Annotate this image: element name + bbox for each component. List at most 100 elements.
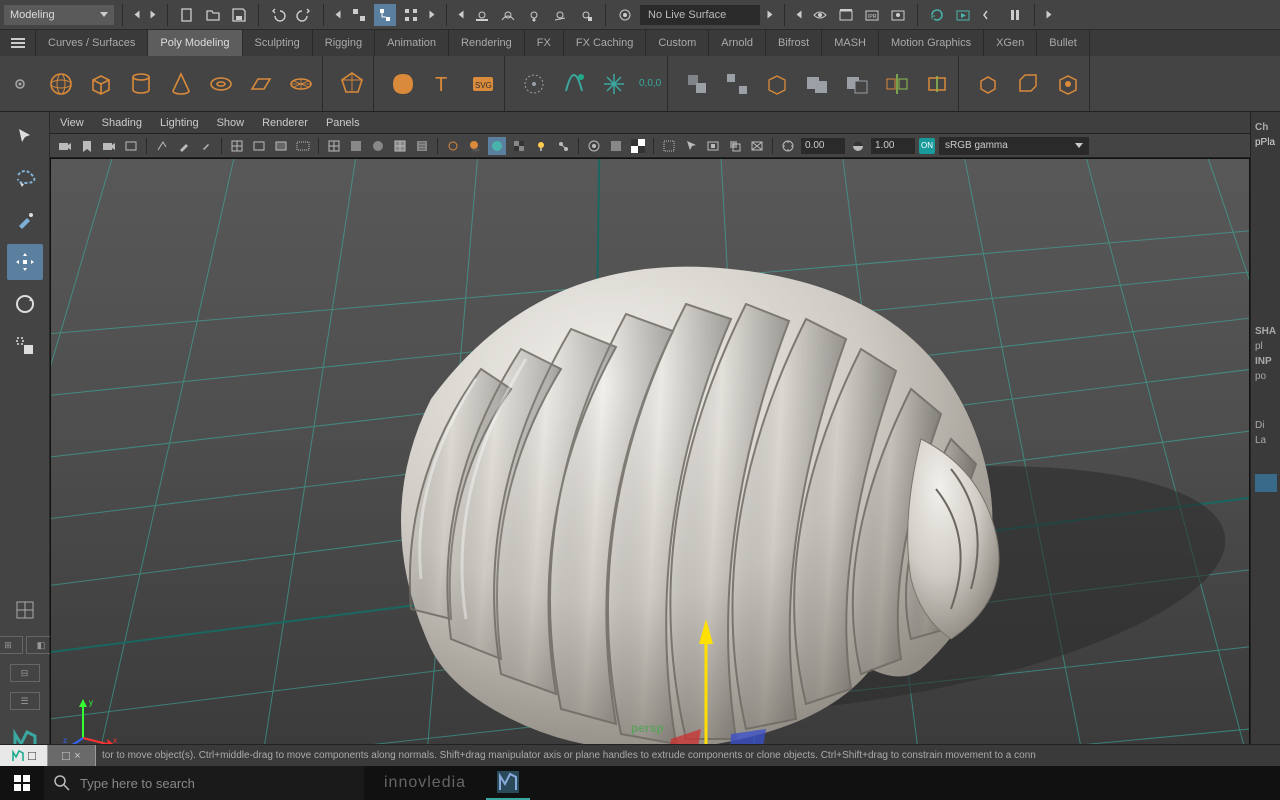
res-gate-icon[interactable] — [294, 137, 312, 155]
gate-mask-icon[interactable] — [272, 137, 290, 155]
mirror-cut-icon[interactable] — [922, 69, 952, 99]
snap-grid-icon[interactable] — [471, 4, 493, 26]
sel-prev-icon[interactable] — [332, 12, 344, 17]
gamma-field[interactable]: 1.00 — [871, 138, 915, 154]
start-button[interactable] — [0, 766, 44, 800]
use-all-lights-icon[interactable] — [444, 137, 462, 155]
poly-superellipse-icon[interactable] — [388, 69, 418, 99]
joints-icon[interactable] — [554, 137, 572, 155]
tab-fx[interactable]: FX — [525, 30, 564, 56]
boolean-union-icon[interactable] — [802, 69, 832, 99]
bevel-icon[interactable] — [1013, 69, 1043, 99]
snowflake-icon[interactable] — [599, 69, 629, 99]
shelf-menu-icon[interactable] — [0, 30, 36, 56]
close-icon[interactable]: × — [74, 750, 80, 762]
poly-cylinder-icon[interactable] — [126, 69, 156, 99]
lights-icon[interactable] — [532, 137, 550, 155]
checker-icon[interactable] — [629, 137, 647, 155]
poly-torus-icon[interactable] — [206, 69, 236, 99]
tab-curves-surfaces[interactable]: Curves / Surfaces — [36, 30, 148, 56]
panel-menu-panels[interactable]: Panels — [326, 117, 360, 129]
cache-refresh-icon[interactable] — [926, 4, 948, 26]
poly-sphere-icon[interactable] — [46, 69, 76, 99]
move-tool-icon[interactable] — [7, 244, 43, 280]
mirror-icon[interactable] — [882, 69, 912, 99]
layer-swatch[interactable] — [1255, 474, 1277, 492]
brush-icon[interactable] — [197, 137, 215, 155]
exposure-icon[interactable] — [779, 137, 797, 155]
taskbar-search[interactable]: Type here to search — [44, 766, 364, 800]
wireframe-icon[interactable] — [325, 137, 343, 155]
color-mgmt-toggle[interactable]: ON — [919, 138, 935, 154]
open-scene-icon[interactable] — [202, 4, 224, 26]
snap-point-icon[interactable] — [523, 4, 545, 26]
combine-icon[interactable] — [682, 69, 712, 99]
deform-icon[interactable] — [748, 137, 766, 155]
tab-mash[interactable]: MASH — [822, 30, 879, 56]
select-component-icon[interactable] — [400, 4, 422, 26]
create-hair-icon[interactable] — [559, 69, 589, 99]
render-prev-icon[interactable] — [793, 12, 805, 17]
poly-platonic-icon[interactable] — [337, 69, 367, 99]
history-back-icon[interactable] — [131, 12, 143, 17]
playblast-icon[interactable] — [952, 4, 974, 26]
tab-fx-caching[interactable]: FX Caching — [564, 30, 646, 56]
persp-viewport[interactable]: y x z persp — [50, 158, 1250, 766]
smooth-icon[interactable] — [762, 69, 792, 99]
tab-rigging[interactable]: Rigging — [313, 30, 375, 56]
snap-curve-icon[interactable] — [497, 4, 519, 26]
ipr-render-icon[interactable]: IPR — [861, 4, 883, 26]
tab-bifrost[interactable]: Bifrost — [766, 30, 822, 56]
poly-type-icon[interactable]: T — [428, 69, 458, 99]
scale-tool-icon[interactable] — [7, 328, 43, 364]
render-next-icon[interactable] — [1043, 12, 1055, 17]
poly-cone-icon[interactable] — [166, 69, 196, 99]
grid-toggle-icon[interactable] — [228, 137, 246, 155]
channel-box[interactable]: Ch pPla SHA pl INP po Di La — [1250, 112, 1280, 766]
film-gate-icon[interactable] — [250, 137, 268, 155]
tab-xgen[interactable]: XGen — [984, 30, 1037, 56]
sweep-mesh-icon[interactable] — [519, 69, 549, 99]
panel-menu-renderer[interactable]: Renderer — [262, 117, 308, 129]
select-tool-icon[interactable] — [7, 118, 43, 154]
panel-menu-lighting[interactable]: Lighting — [160, 117, 199, 129]
color-mgmt-dropdown[interactable]: sRGB gamma — [939, 137, 1089, 155]
overlay-icon[interactable] — [726, 137, 744, 155]
gamma-icon[interactable] — [849, 137, 867, 155]
select-cursor-icon[interactable] — [682, 137, 700, 155]
layout-c-icon[interactable]: ⊟ — [10, 664, 40, 682]
tab-motion-graphics[interactable]: Motion Graphics — [879, 30, 984, 56]
poly-plane-icon[interactable] — [246, 69, 276, 99]
bridge-icon[interactable] — [1053, 69, 1083, 99]
tab-rendering[interactable]: Rendering — [449, 30, 525, 56]
poly-cube-icon[interactable] — [86, 69, 116, 99]
textured-icon[interactable] — [413, 137, 431, 155]
wire-on-shaded-icon[interactable] — [391, 137, 409, 155]
undo-icon[interactable] — [267, 4, 289, 26]
poly-svg-icon[interactable]: SVG — [468, 69, 498, 99]
workspace-dropdown[interactable]: Modeling — [4, 5, 114, 25]
ghost-prev-icon[interactable] — [978, 4, 1000, 26]
window-tab-main[interactable] — [0, 745, 48, 766]
new-scene-icon[interactable] — [176, 4, 198, 26]
layout-options-icon[interactable]: ☰ — [10, 692, 40, 710]
snap-viewplane-icon[interactable] — [575, 4, 597, 26]
shadows-icon[interactable] — [466, 137, 484, 155]
frame-selected-icon[interactable] — [704, 137, 722, 155]
boolean-diff-icon[interactable] — [842, 69, 872, 99]
history-fwd-icon[interactable] — [147, 12, 159, 17]
move-manipulator[interactable] — [611, 599, 851, 766]
shelf-options-icon[interactable] — [8, 76, 32, 92]
snap-projcenter-icon[interactable] — [549, 4, 571, 26]
xray-icon[interactable] — [660, 137, 678, 155]
tab-arnold[interactable]: Arnold — [709, 30, 766, 56]
snap-next-icon[interactable] — [764, 12, 776, 17]
use-default-mat-icon[interactable] — [369, 137, 387, 155]
grease-pencil-icon[interactable] — [175, 137, 193, 155]
save-scene-icon[interactable] — [228, 4, 250, 26]
tab-animation[interactable]: Animation — [375, 30, 449, 56]
tab-custom[interactable]: Custom — [646, 30, 709, 56]
make-live-icon[interactable] — [614, 4, 636, 26]
tab-sculpting[interactable]: Sculpting — [243, 30, 313, 56]
panel-menu-shading[interactable]: Shading — [102, 117, 142, 129]
